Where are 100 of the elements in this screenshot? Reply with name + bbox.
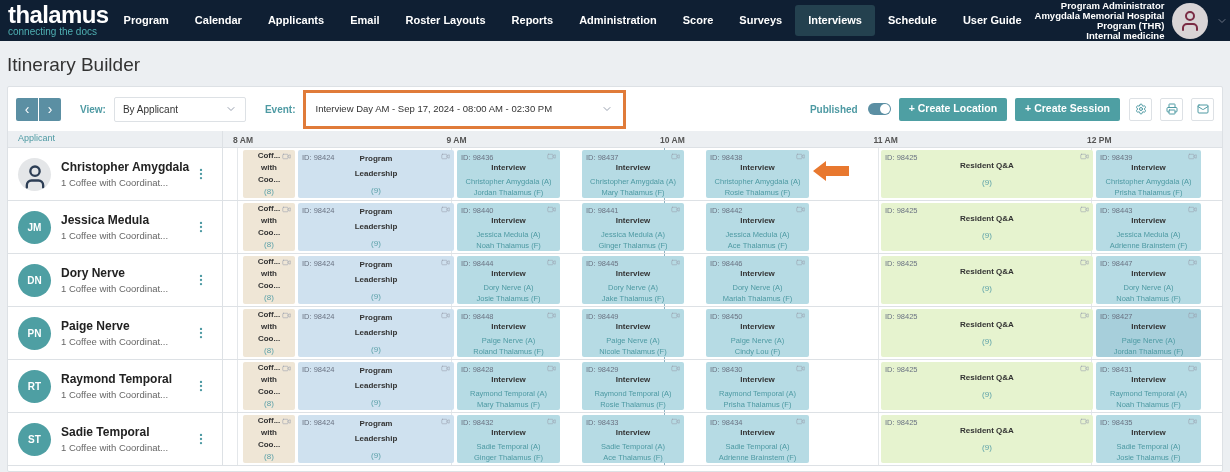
- session-count: (8): [264, 398, 274, 410]
- applicant-avatar: RT: [18, 369, 51, 403]
- video-icon: [671, 311, 680, 320]
- session-title: Program Leadership: [353, 364, 399, 392]
- nav-link[interactable]: Roster Layouts: [392, 5, 499, 36]
- nav-link[interactable]: Reports: [498, 5, 567, 36]
- nav-link[interactable]: User Guide: [949, 5, 1035, 36]
- session-card[interactable]: Coff... with Coo... (8): [243, 203, 295, 251]
- video-icon: [441, 364, 450, 373]
- nav-link[interactable]: Applicants: [254, 5, 338, 36]
- nav-link[interactable]: Program: [110, 5, 182, 36]
- session-card[interactable]: Coff... with Coo... (8): [243, 309, 295, 357]
- email-button[interactable]: [1191, 97, 1214, 121]
- session-title: Coff... with Coo...: [256, 256, 282, 292]
- session-count: (8): [264, 345, 274, 357]
- session-count: (9): [982, 389, 992, 401]
- session-title: Program Leadership: [353, 258, 399, 286]
- video-icon: [1188, 258, 1197, 267]
- applicant-name: Sadie Temporal: [61, 423, 151, 441]
- next-button[interactable]: ›: [39, 97, 61, 121]
- applicant-name: Raymond Temporal: [61, 370, 174, 388]
- hour-label: 11 AM: [873, 134, 898, 147]
- video-icon: [547, 152, 556, 161]
- applicant-avatar: JM: [18, 210, 51, 244]
- nav-link[interactable]: Interviews: [795, 5, 875, 36]
- video-icon: [1080, 417, 1089, 426]
- video-icon: [1188, 417, 1197, 426]
- session-title: Interview: [740, 268, 775, 280]
- applicant-subtitle: 1 Coffee with Coordinat...: [61, 175, 170, 190]
- video-icon: [1188, 311, 1197, 320]
- previous-button[interactable]: ‹: [16, 97, 38, 121]
- applicant-subtitle: 1 Coffee with Coordinat...: [61, 387, 170, 402]
- session-title: Interview: [491, 215, 526, 227]
- video-icon: [282, 205, 291, 214]
- nav-link[interactable]: Surveys: [726, 5, 796, 36]
- applicant-subtitle: 1 Coffee with Coordinat...: [61, 281, 170, 296]
- applicant-name: Christopher Amygdala: [61, 158, 191, 176]
- session-card[interactable]: Coff... with Coo... (8): [243, 150, 295, 198]
- session-card[interactable]: Coff... with Coo... (8): [243, 362, 295, 410]
- session-card[interactable]: Coff... with Coo... (8): [243, 415, 295, 463]
- video-icon: [1188, 152, 1197, 161]
- session-title: Resident Q&A: [960, 160, 1014, 172]
- applicant-avatar: DN: [18, 263, 51, 297]
- hour-label: 12 PM: [1087, 134, 1112, 147]
- video-icon: [441, 417, 450, 426]
- session-title: Interview: [740, 321, 775, 333]
- video-icon: [671, 152, 680, 161]
- view-select[interactable]: By Applicant: [113, 96, 246, 122]
- video-icon: [1188, 205, 1197, 214]
- event-select[interactable]: Interview Day AM - Sep 17, 2024 - 08:00 AM - 02:30 PM: [302, 89, 626, 129]
- user-info-text: Program (THR): [1096, 20, 1165, 31]
- session-title: Interview: [615, 162, 651, 174]
- session-title: Interview: [1131, 427, 1166, 439]
- nav-link[interactable]: Calendar: [181, 5, 255, 36]
- session-title: Coff... with Coo...: [256, 150, 282, 186]
- session-card[interactable]: Coff... with Coo... (8): [243, 256, 295, 304]
- video-icon: [441, 205, 450, 214]
- hour-label: 9 AM: [446, 134, 467, 147]
- published-toggle[interactable]: [867, 103, 891, 115]
- session-title: Resident Q&A: [960, 425, 1014, 437]
- user-info-text: Internal medicine: [1086, 30, 1165, 41]
- profile-avatar[interactable]: [1172, 2, 1209, 39]
- video-icon: [796, 417, 805, 426]
- event-label: Event:: [264, 102, 296, 117]
- printer-icon: [1165, 103, 1178, 115]
- video-icon: [441, 258, 450, 267]
- settings-button[interactable]: [1129, 97, 1152, 121]
- session-count: (8): [264, 451, 274, 463]
- video-icon: [282, 152, 291, 161]
- logo-wordmark[interactable]: thalamus: [8, 4, 109, 26]
- session-count: (9): [371, 184, 381, 197]
- applicant-name: Paige Nerve: [61, 317, 131, 335]
- video-icon: [282, 364, 291, 373]
- session-count: (9): [371, 290, 381, 303]
- session-title: Coff... with Coo...: [256, 415, 282, 451]
- user-info-text: Amygdala Memorial Hospital: [1034, 10, 1165, 21]
- nav-link[interactable]: Administration: [566, 5, 670, 36]
- session-count: (9): [371, 237, 381, 250]
- session-count: (9): [982, 283, 992, 295]
- hour-label: 10 AM: [660, 134, 685, 147]
- view-label: View:: [80, 102, 106, 117]
- session-title: Interview: [615, 374, 651, 386]
- print-button[interactable]: [1160, 97, 1183, 121]
- session-count: (9): [982, 336, 992, 348]
- nav-link[interactable]: Score: [669, 5, 727, 36]
- video-icon: [671, 205, 680, 214]
- page-title: Itinerary Builder: [6, 53, 142, 77]
- session-title: Interview: [1131, 268, 1166, 280]
- user-info-text: Program Administrator: [1060, 0, 1165, 11]
- video-icon: [1080, 152, 1089, 161]
- published-label: Published: [809, 102, 858, 117]
- session-title: Interview: [1131, 374, 1166, 386]
- session-title: Interview: [491, 321, 526, 333]
- applicant-name: Dory Nerve: [61, 264, 127, 282]
- session-title: Coff... with Coo...: [256, 203, 282, 239]
- nav-link[interactable]: Email: [337, 5, 393, 36]
- applicant-subtitle: 1 Coffee with Coordinat...: [61, 334, 170, 349]
- session-title: Interview: [491, 374, 526, 386]
- nav-link[interactable]: Schedule: [874, 5, 950, 36]
- video-icon: [796, 311, 805, 320]
